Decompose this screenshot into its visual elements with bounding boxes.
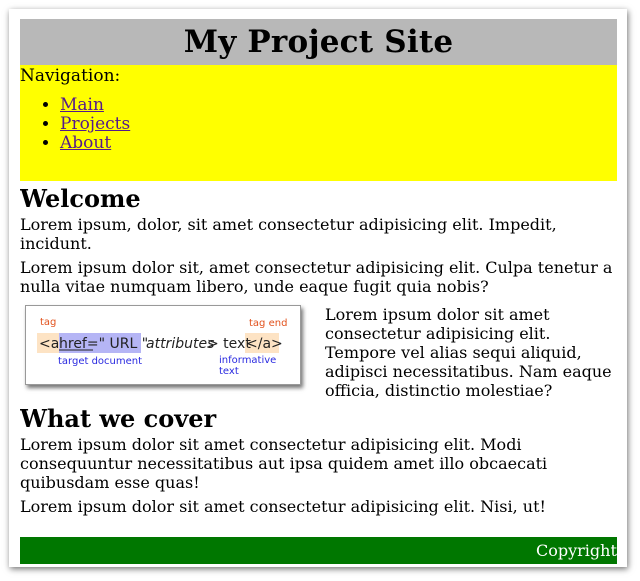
cover-paragraph-1: Lorem ipsum dolor sit amet consectetur a… (20, 435, 548, 492)
diagram-close-tag: </a> (246, 336, 283, 352)
cover-paragraph-2: Lorem ipsum dolor sit amet consectetur a… (20, 497, 546, 516)
diagram-tag-end-label: tag end (249, 318, 287, 329)
nav-link-projects[interactable]: Projects (60, 114, 130, 134)
figure-row: tag tag end <a href=" URL " attributes >… (20, 305, 617, 401)
page-content: My Project Site Navigation: Main Project… (20, 19, 617, 564)
nav-item-projects: Projects (60, 115, 617, 134)
navigation-bar: Navigation: Main Projects About (20, 65, 617, 181)
anchor-tag-diagram: tag tag end <a href=" URL " attributes >… (25, 305, 301, 385)
what-we-cover-heading: What we cover (20, 404, 217, 433)
welcome-heading: Welcome (20, 184, 141, 213)
float-paragraph: Lorem ipsum dolor sit amet consectetur a… (325, 305, 612, 400)
navigation-list: Main Projects About (20, 96, 617, 153)
diagram-target-document: target document (58, 356, 142, 367)
diagram-tag-label: tag (40, 317, 56, 328)
diagram-text: > text (207, 336, 251, 352)
site-footer: Copyright (20, 537, 617, 564)
diagram-informative-line-1: informative (219, 355, 276, 366)
navigation-label: Navigation: (20, 66, 121, 86)
footer-copyright: Copyright (536, 541, 617, 560)
diagram-open-tag: <a (39, 336, 59, 352)
diagram-attributes: attributes (146, 336, 214, 352)
site-header: My Project Site (20, 19, 617, 65)
welcome-paragraph-1: Lorem ipsum, dolor, sit amet consectetur… (20, 215, 557, 253)
nav-item-main: Main (60, 96, 617, 115)
browser-page-frame: My Project Site Navigation: Main Project… (9, 9, 627, 567)
diagram-informative-line-2: text (219, 366, 239, 377)
nav-link-main[interactable]: Main (60, 95, 104, 115)
site-title: My Project Site (183, 24, 454, 60)
nav-link-about[interactable]: About (60, 133, 111, 153)
nav-item-about: About (60, 134, 617, 153)
welcome-paragraph-2: Lorem ipsum dolor sit, amet consectetur … (20, 258, 613, 296)
